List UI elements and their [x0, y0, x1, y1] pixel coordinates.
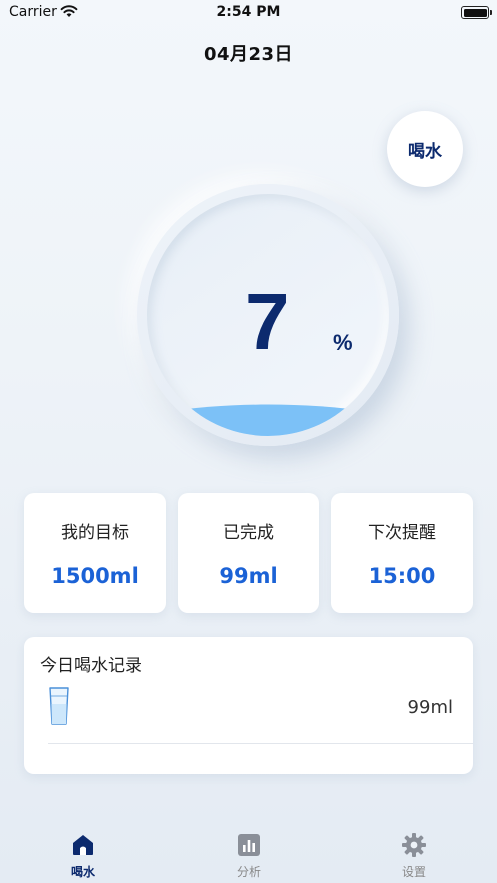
home-icon	[73, 835, 93, 855]
status-time: 2:54 PM	[216, 4, 281, 20]
goal-label: 我的目标	[61, 523, 129, 543]
tab-bar: 喝水 分析 设置	[0, 826, 497, 883]
tab-settings-label: 设置	[401, 865, 426, 879]
goal-value: 1500ml	[51, 564, 139, 588]
percent-unit: %	[333, 330, 353, 355]
records-title: 今日喝水记录	[40, 656, 142, 676]
progress-ring: 7 %	[137, 184, 399, 446]
page-title: 04月23日	[203, 44, 294, 65]
tab-analysis-label: 分析	[236, 865, 261, 879]
completed-value: 99ml	[219, 564, 278, 588]
drink-water-button[interactable]: 喝水	[387, 111, 463, 187]
reminder-label: 下次提醒	[368, 523, 436, 543]
tab-drink-label: 喝水	[70, 865, 95, 879]
progress-ring-inner: 7 %	[147, 194, 389, 436]
reminder-value: 15:00	[368, 564, 436, 588]
drink-water-label: 喝水	[408, 141, 442, 162]
tab-settings[interactable]: 设置	[354, 832, 474, 882]
tab-drink[interactable]: 喝水	[23, 832, 143, 882]
completed-label: 已完成	[223, 523, 274, 543]
cup-icon	[49, 687, 69, 725]
divider	[48, 743, 473, 744]
record-amount: 99ml	[407, 697, 453, 718]
list-item[interactable]: 99ml	[24, 683, 473, 744]
battery-icon	[461, 6, 492, 19]
records-card: 今日喝水记录 99ml	[24, 637, 473, 774]
chart-icon	[238, 834, 260, 856]
status-bar: Carrier 2:54 PM	[0, 0, 497, 26]
completed-card: 已完成 99ml	[178, 493, 319, 613]
reminder-card[interactable]: 下次提醒 15:00	[331, 493, 473, 613]
goal-card: 我的目标 1500ml	[24, 493, 166, 613]
gear-icon	[402, 833, 426, 857]
progress-percent: 7	[245, 277, 290, 366]
tab-analysis[interactable]: 分析	[189, 832, 309, 882]
